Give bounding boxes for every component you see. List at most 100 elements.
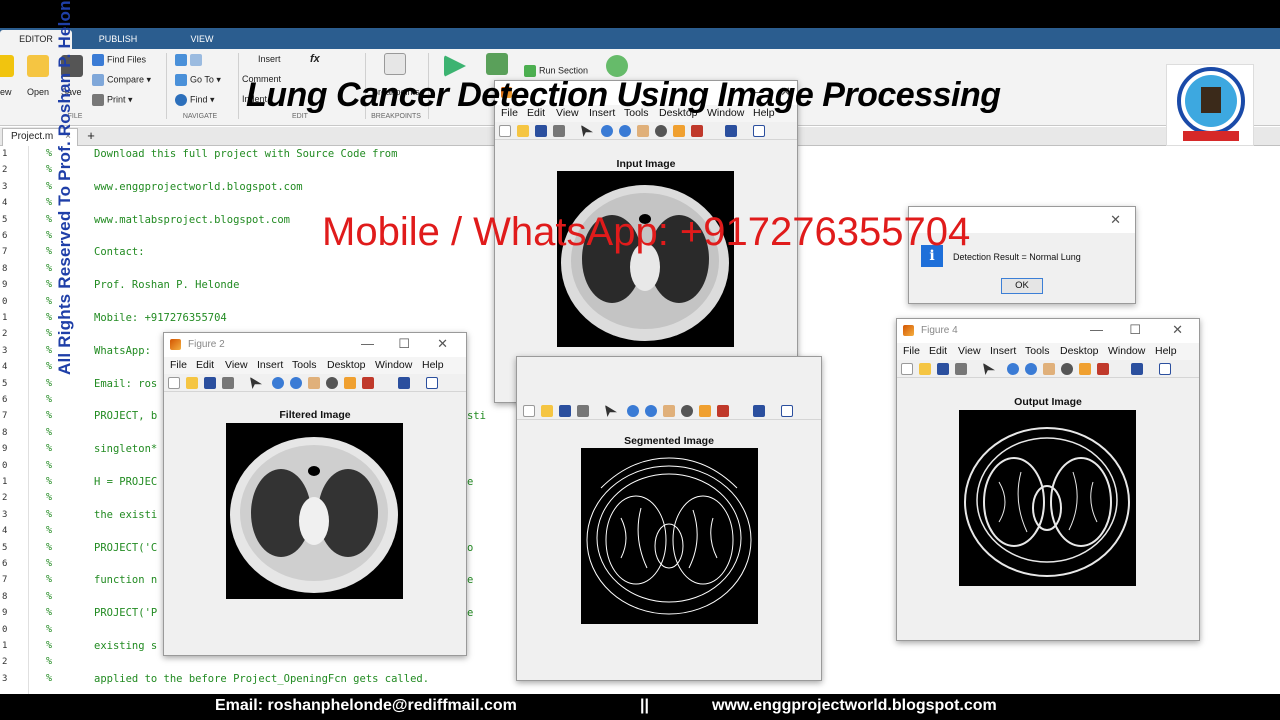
- zoom-out-icon[interactable]: [645, 405, 657, 417]
- new-figure-icon[interactable]: [168, 377, 180, 389]
- run-time-icon[interactable]: [606, 55, 628, 77]
- pan-icon[interactable]: [308, 377, 320, 389]
- print-figure-icon[interactable]: [955, 363, 967, 375]
- code-line-text[interactable]: www.matlabsproject.blogspot.com: [94, 214, 290, 226]
- menu-edit[interactable]: Edit: [196, 359, 214, 371]
- menu-window[interactable]: Window: [1108, 345, 1145, 357]
- code-line-text[interactable]: Download this full project with Source C…: [94, 148, 397, 160]
- add-tab-button[interactable]: +: [82, 128, 100, 145]
- pointer-icon[interactable]: [250, 377, 262, 389]
- close-icon[interactable]: ✕: [1172, 322, 1183, 338]
- menu-window[interactable]: Window: [375, 359, 412, 371]
- save-figure-icon[interactable]: [559, 405, 571, 417]
- menu-desktop[interactable]: Desktop: [327, 359, 366, 371]
- menu-insert[interactable]: Insert: [257, 359, 283, 371]
- data-cursor-icon[interactable]: [673, 125, 685, 137]
- open-folder-icon[interactable]: [27, 55, 49, 77]
- open-file-icon[interactable]: [517, 125, 529, 137]
- code-line-text[interactable]: Contact:: [94, 246, 145, 258]
- save-figure-icon[interactable]: [937, 363, 949, 375]
- maximize-icon[interactable]: ☐: [1129, 322, 1141, 338]
- tab-publish[interactable]: PUBLISH: [80, 30, 156, 49]
- code-line-text[interactable]: Prof. Roshan P. Helonde: [94, 279, 239, 291]
- compare-button[interactable]: Compare ▾: [92, 74, 151, 86]
- pan-icon[interactable]: [637, 125, 649, 137]
- brush-icon[interactable]: [691, 125, 703, 137]
- rotate-icon[interactable]: [655, 125, 667, 137]
- menu-view[interactable]: View: [225, 359, 248, 371]
- print-figure-icon[interactable]: [553, 125, 565, 137]
- brush-icon[interactable]: [362, 377, 374, 389]
- breakpoints-icon[interactable]: [384, 53, 406, 75]
- close-icon[interactable]: ✕: [437, 336, 448, 352]
- colorbar-icon[interactable]: [1159, 363, 1171, 375]
- open-button[interactable]: Open: [27, 87, 49, 97]
- new-button[interactable]: ew: [0, 87, 12, 97]
- menu-file[interactable]: File: [903, 345, 920, 357]
- minimize-icon[interactable]: —: [1090, 322, 1103, 337]
- zoom-in-icon[interactable]: [601, 125, 613, 137]
- rotate-icon[interactable]: [326, 377, 338, 389]
- ok-button[interactable]: OK: [1001, 278, 1043, 294]
- new-figure-icon[interactable]: [523, 405, 535, 417]
- minimize-icon[interactable]: —: [361, 336, 374, 351]
- new-figure-icon[interactable]: [901, 363, 913, 375]
- save-figure-icon[interactable]: [204, 377, 216, 389]
- code-line-text[interactable]: WhatsApp:: [94, 345, 151, 357]
- pointer-icon[interactable]: [605, 405, 617, 417]
- link-plot-icon[interactable]: [1131, 363, 1143, 375]
- print-button[interactable]: Print ▾: [92, 94, 133, 106]
- zoom-in-icon[interactable]: [627, 405, 639, 417]
- run-advance-icon[interactable]: [486, 53, 508, 75]
- pointer-icon[interactable]: [983, 363, 995, 375]
- open-file-icon[interactable]: [186, 377, 198, 389]
- code-line-text[interactable]: Mobile: +917276355704: [94, 312, 227, 324]
- fx-button[interactable]: fx: [310, 53, 320, 65]
- link-plot-icon[interactable]: [398, 377, 410, 389]
- open-file-icon[interactable]: [541, 405, 553, 417]
- code-line-text[interactable]: applied to the before Project_OpeningFcn…: [94, 673, 429, 685]
- menu-edit[interactable]: Edit: [929, 345, 947, 357]
- data-cursor-icon[interactable]: [1079, 363, 1091, 375]
- data-cursor-icon[interactable]: [699, 405, 711, 417]
- menu-help[interactable]: Help: [1155, 345, 1177, 357]
- find-files-button[interactable]: Find Files: [92, 54, 146, 66]
- pan-icon[interactable]: [1043, 363, 1055, 375]
- code-line-text[interactable]: the existi: [94, 509, 157, 521]
- menu-insert[interactable]: Insert: [990, 345, 1016, 357]
- print-figure-icon[interactable]: [222, 377, 234, 389]
- link-plot-icon[interactable]: [753, 405, 765, 417]
- figure-output-window[interactable]: Figure 4 — ☐ ✕ File Edit View Insert Too…: [896, 318, 1200, 641]
- find-button[interactable]: Find ▾: [175, 94, 215, 106]
- zoom-in-icon[interactable]: [272, 377, 284, 389]
- menu-desktop[interactable]: Desktop: [1060, 345, 1099, 357]
- menu-view[interactable]: View: [958, 345, 981, 357]
- zoom-out-icon[interactable]: [619, 125, 631, 137]
- new-icon[interactable]: [0, 55, 14, 77]
- colorbar-icon[interactable]: [781, 405, 793, 417]
- pointer-icon[interactable]: [581, 125, 593, 137]
- menu-tools[interactable]: Tools: [1025, 345, 1050, 357]
- rotate-icon[interactable]: [681, 405, 693, 417]
- menu-help[interactable]: Help: [422, 359, 444, 371]
- open-file-icon[interactable]: [919, 363, 931, 375]
- print-figure-icon[interactable]: [577, 405, 589, 417]
- figure-filtered-window[interactable]: Figure 2 — ☐ ✕ File Edit View Insert Too…: [163, 332, 467, 656]
- new-figure-icon[interactable]: [499, 125, 511, 137]
- code-line-text[interactable]: www.enggprojectworld.blogspot.com: [94, 181, 303, 193]
- colorbar-icon[interactable]: [753, 125, 765, 137]
- go-to-button[interactable]: Go To ▾: [175, 74, 221, 86]
- insert-button[interactable]: Insert: [258, 54, 281, 64]
- menu-tools[interactable]: Tools: [292, 359, 317, 371]
- zoom-in-icon[interactable]: [1007, 363, 1019, 375]
- code-line-text[interactable]: Email: ros: [94, 378, 157, 390]
- zoom-out-icon[interactable]: [1025, 363, 1037, 375]
- zoom-out-icon[interactable]: [290, 377, 302, 389]
- menu-file[interactable]: File: [170, 359, 187, 371]
- tab-view[interactable]: VIEW: [164, 30, 240, 49]
- maximize-icon[interactable]: ☐: [398, 336, 410, 352]
- rotate-icon[interactable]: [1061, 363, 1073, 375]
- data-cursor-icon[interactable]: [344, 377, 356, 389]
- close-icon[interactable]: ✕: [1110, 212, 1121, 228]
- link-plot-icon[interactable]: [725, 125, 737, 137]
